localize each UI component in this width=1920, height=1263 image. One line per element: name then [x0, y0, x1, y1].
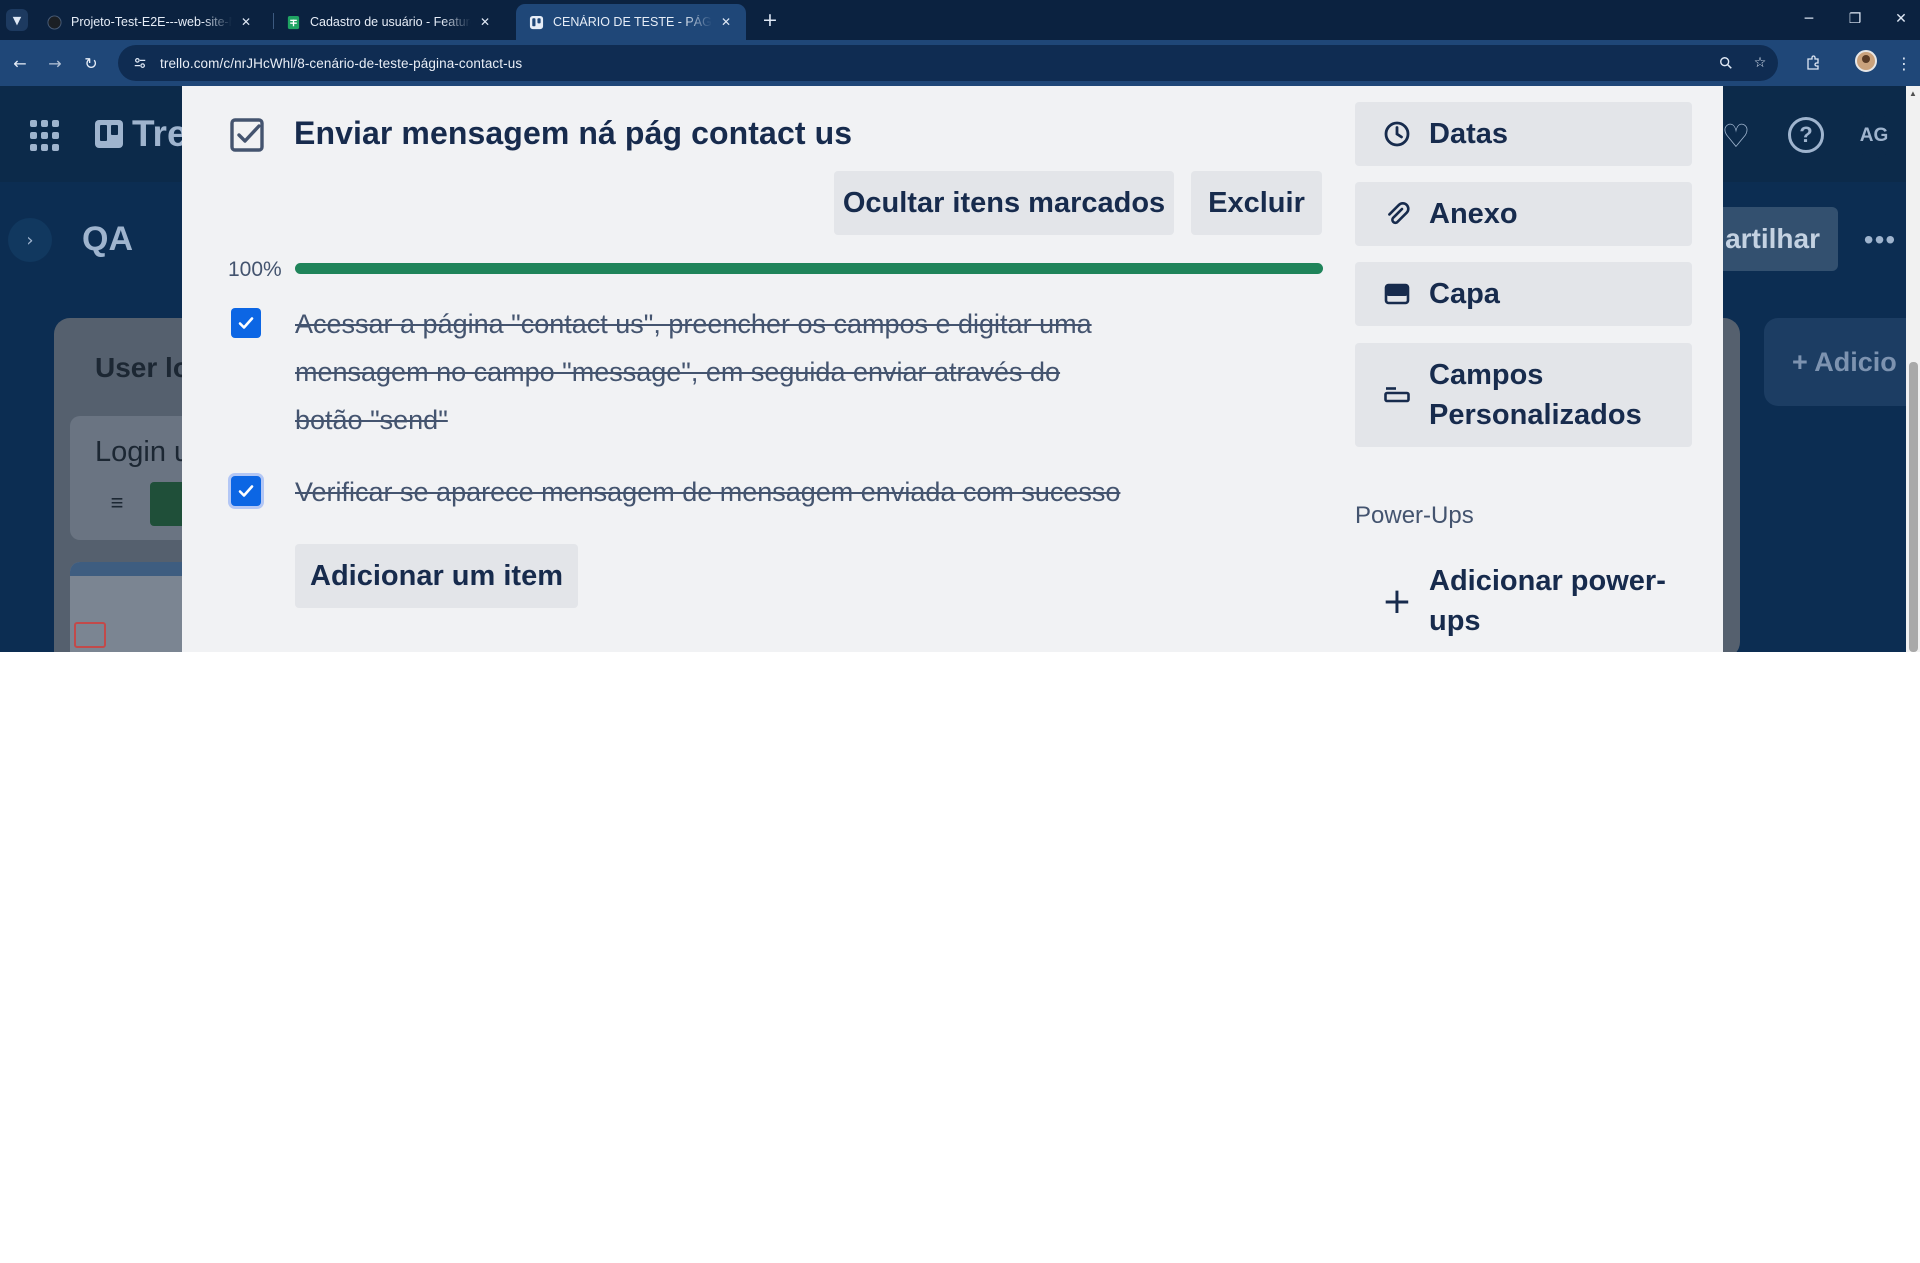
help-icon[interactable]: ? [1788, 117, 1824, 153]
checklist-item-text[interactable]: Acessar a página "contact us", preencher… [295, 300, 1135, 444]
list-title[interactable]: User lo [95, 352, 190, 384]
browser-tab-bar: ▼ Projeto-Test-E2E---web-site-My ✕ Cadas… [0, 0, 1920, 40]
progress-percentage: 100% [228, 258, 282, 281]
add-checklist-item-button[interactable]: Adicionar um item [295, 544, 578, 608]
checkmark-icon [238, 317, 254, 329]
close-window-icon[interactable]: ✕ [1878, 0, 1920, 38]
url-text: trello.com/c/nrJHcWhl/8-cenário-de-teste… [160, 55, 523, 71]
tab-close-icon[interactable]: ✕ [718, 14, 734, 30]
zoom-icon[interactable] [1712, 49, 1740, 77]
trello-icon [528, 14, 544, 30]
checklist-item-text[interactable]: Verificar se aparece mensagem de mensage… [295, 468, 1295, 516]
github-icon [46, 14, 62, 30]
notifications-icon[interactable]: ♡ [1718, 117, 1754, 155]
tab-title: Projeto-Test-E2E---web-site-My [71, 15, 232, 29]
checklist-progress-bar [295, 263, 1323, 274]
expand-sidebar-icon[interactable]: › [8, 218, 52, 262]
browser-tab-trello[interactable]: CENÁRIO DE TESTE - PÁGINA C ✕ [516, 4, 746, 40]
checklist-title[interactable]: Enviar mensagem ná pág contact us [294, 115, 852, 152]
power-ups-heading: Power-Ups [1355, 502, 1474, 529]
address-bar[interactable]: trello.com/c/nrJHcWhl/8-cenário-de-teste… [118, 45, 1778, 81]
browser-tab-github[interactable]: Projeto-Test-E2E---web-site-My ✕ [34, 4, 266, 40]
add-list-button[interactable]: + Adicio [1764, 318, 1920, 406]
new-tab-button[interactable]: + [758, 8, 782, 32]
dates-button-label: Datas [1429, 117, 1508, 150]
bookmark-star-icon[interactable]: ☆ [1746, 49, 1774, 77]
profile-avatar[interactable] [1855, 50, 1877, 72]
browser-tab-sheets[interactable]: Cadastro de usuário - Feature - ✕ [273, 4, 505, 40]
tab-search-chevron-icon[interactable]: ▼ [6, 9, 28, 31]
trello-logo-text[interactable]: Tre [132, 113, 188, 155]
description-icon: ≡ [110, 490, 124, 515]
custom-fields-button[interactable]: Campos Personalizados [1355, 343, 1692, 447]
tab-title: Cadastro de usuário - Feature - [310, 15, 471, 29]
reload-icon[interactable]: ↻ [77, 49, 105, 77]
browser-menu-icon[interactable]: ⋮ [1890, 49, 1918, 77]
cover-button[interactable]: Capa [1355, 262, 1692, 326]
site-settings-icon[interactable] [128, 51, 152, 75]
scrollbar-thumb[interactable] [1909, 362, 1918, 652]
custom-fields-button-label: Campos Personalizados [1429, 359, 1642, 431]
cover-icon [1379, 276, 1415, 312]
screenshot-area: ▼ Projeto-Test-E2E---web-site-My ✕ Cadas… [0, 0, 1920, 652]
board-title[interactable]: QA [82, 220, 133, 259]
tab-close-icon[interactable]: ✕ [477, 14, 493, 30]
back-arrow-icon[interactable]: ← [6, 49, 34, 77]
forward-arrow-icon[interactable]: → [41, 49, 69, 77]
minimize-window-icon[interactable]: ─ [1786, 0, 1832, 38]
delete-checklist-button[interactable]: Excluir [1191, 171, 1322, 235]
attachment-button[interactable]: Anexo [1355, 182, 1692, 246]
checklist-icon [229, 117, 265, 153]
trello-logo-icon[interactable] [95, 120, 123, 148]
custom-fields-icon [1379, 377, 1415, 413]
member-avatar[interactable]: AG [1852, 114, 1896, 158]
extensions-icon[interactable] [1799, 49, 1827, 77]
tab-close-icon[interactable]: ✕ [238, 14, 254, 30]
attachment-button-label: Anexo [1429, 197, 1518, 230]
add-power-ups-button[interactable]: + Adicionar power-ups [1355, 558, 1692, 644]
checklist-item-checkbox[interactable] [231, 476, 261, 506]
app-switcher-icon[interactable] [30, 120, 62, 152]
card-title: Login u [95, 436, 191, 468]
card-cover-highlight [74, 622, 106, 648]
board-menu-icon[interactable]: ••• [1858, 218, 1902, 262]
hide-checked-items-button[interactable]: Ocultar itens marcados [834, 171, 1174, 235]
checkmark-icon [238, 485, 254, 497]
add-power-ups-label: Adicionar power-ups [1429, 565, 1666, 637]
restore-window-icon[interactable]: ❐ [1832, 0, 1878, 38]
cover-button-label: Capa [1429, 277, 1500, 310]
tab-title: CENÁRIO DE TESTE - PÁGINA C [553, 15, 712, 29]
clock-icon [1379, 116, 1415, 152]
paperclip-icon [1379, 196, 1415, 232]
browser-toolbar: ← → ↻ trello.com/c/nrJHcWhl/8-cenário-de… [0, 40, 1920, 86]
plus-icon: + [1381, 580, 1413, 622]
dates-button[interactable]: Datas [1355, 102, 1692, 166]
progress-bar-fill [295, 263, 1323, 274]
sheets-icon [285, 14, 301, 30]
checklist-item-checkbox[interactable] [231, 308, 261, 338]
scroll-up-arrow-icon[interactable]: ▲ [1906, 86, 1920, 100]
